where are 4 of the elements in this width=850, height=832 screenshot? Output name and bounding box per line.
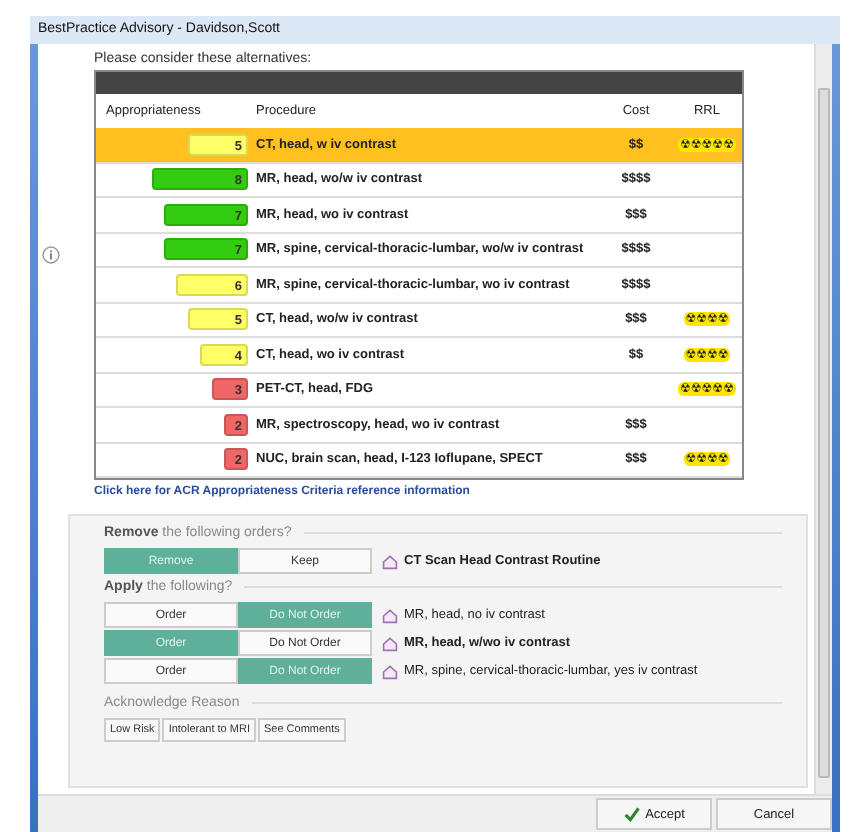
- checkmark-icon: [623, 806, 640, 822]
- info-icon[interactable]: [42, 246, 60, 264]
- scrollbar[interactable]: [814, 44, 832, 794]
- order-icon: [382, 553, 398, 569]
